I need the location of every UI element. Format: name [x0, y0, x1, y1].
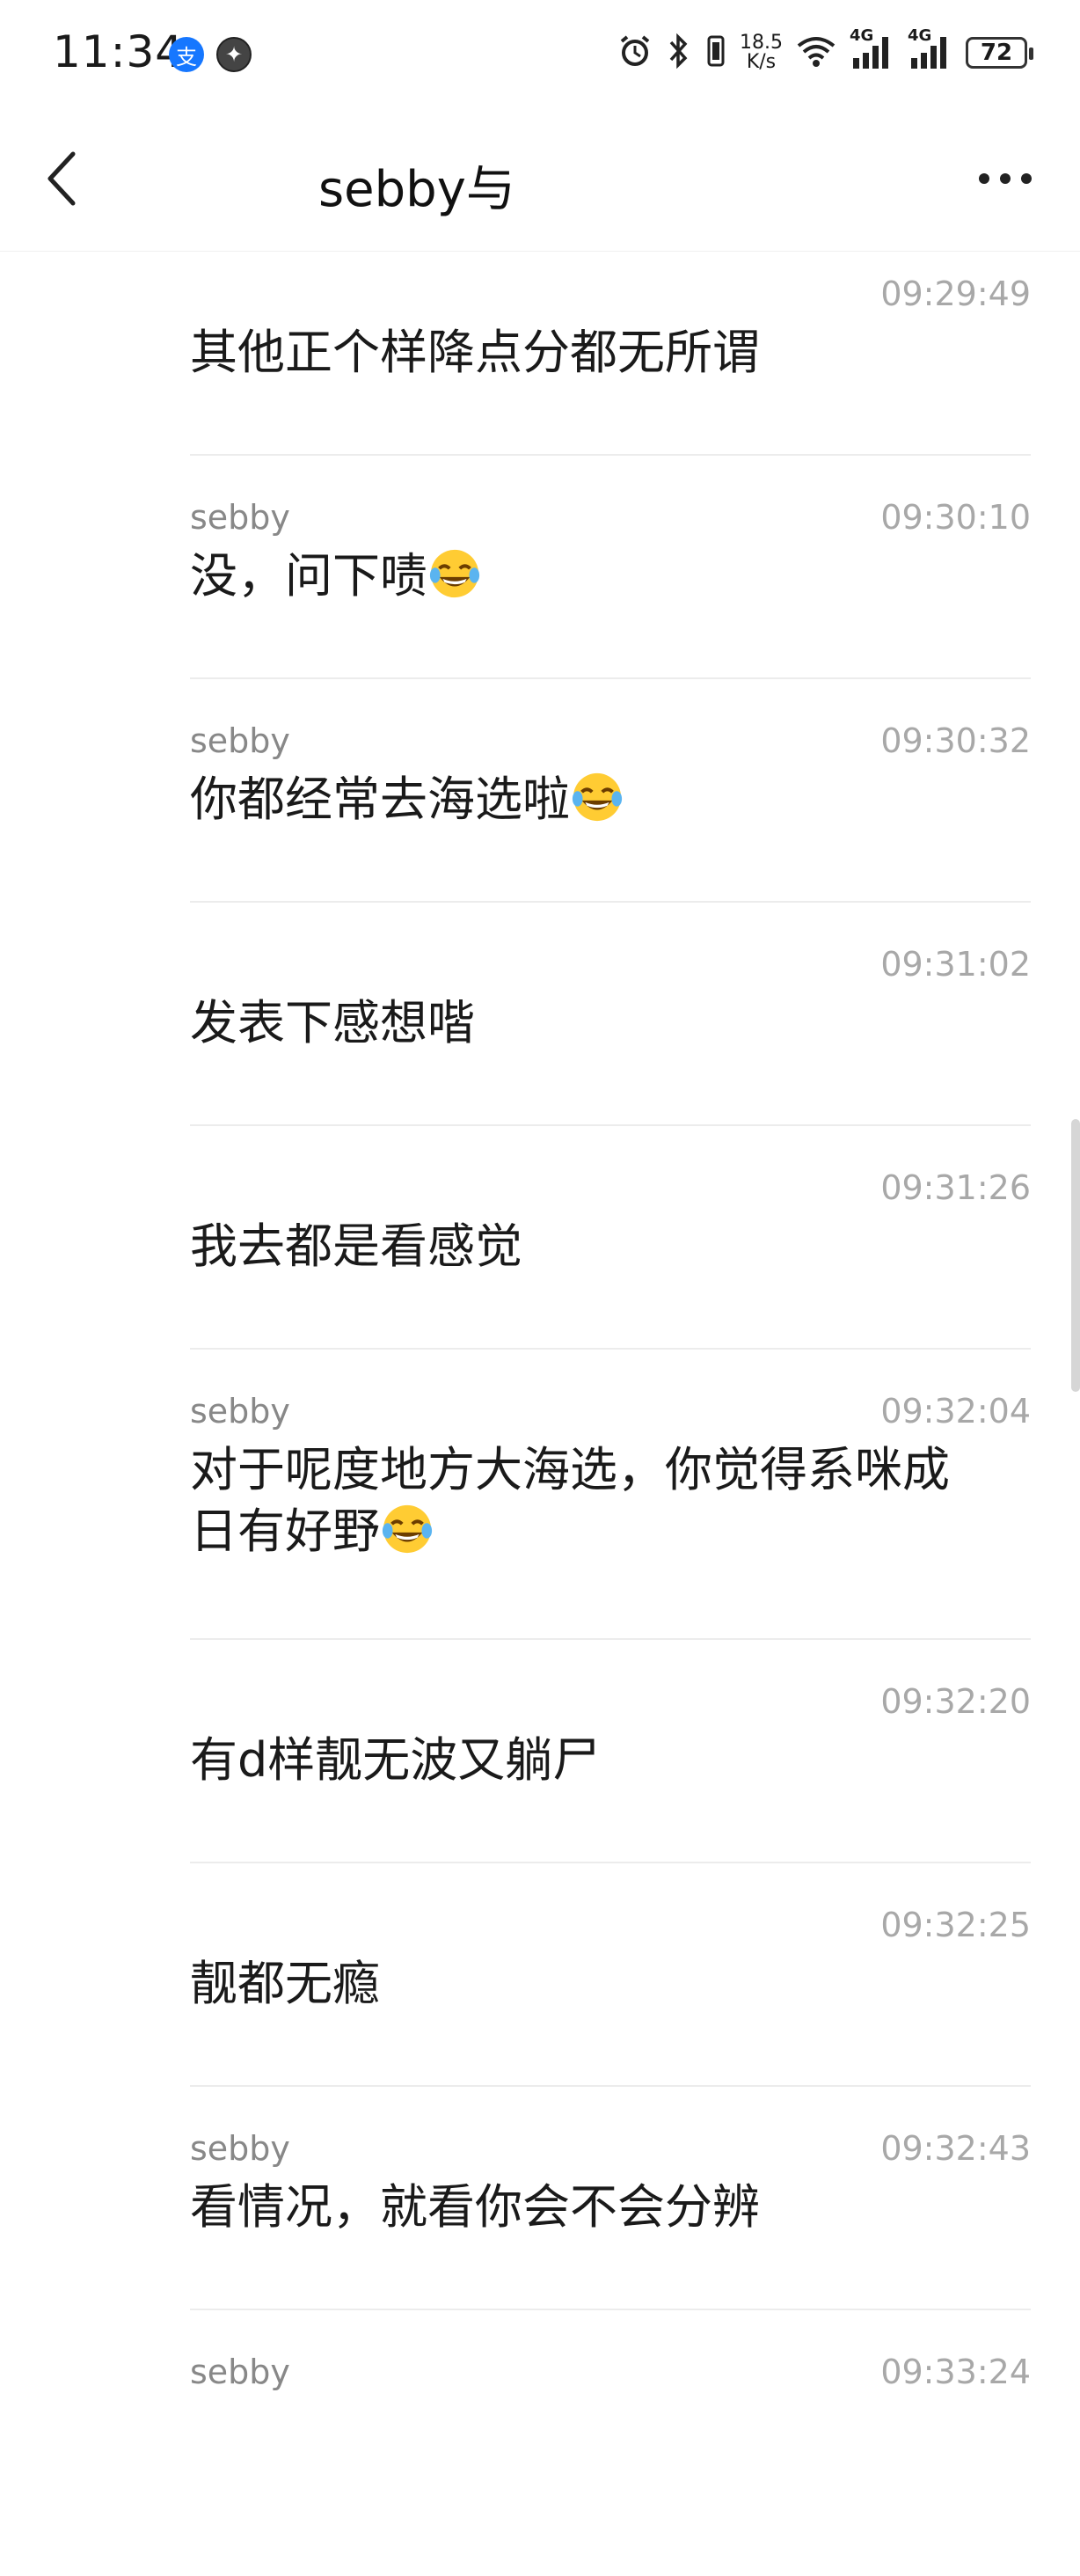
divider — [190, 901, 1031, 903]
message-time: 09:32:04 — [880, 1392, 1031, 1431]
app-notification-icon: ✦ — [216, 37, 252, 72]
laughing-tears-emoji-icon — [382, 1504, 433, 1554]
message-text-content: 靓都无瘾 — [190, 1956, 380, 2011]
signal-2-label: 4G — [908, 26, 932, 45]
scrollbar[interactable] — [1071, 1119, 1080, 1392]
chevron-left-icon — [47, 151, 76, 206]
message-sender: sebby — [190, 721, 290, 760]
message-item[interactable]: sebby 09:32:04 对于呢度地方大海选，你觉得系咪成 日有好野 — [0, 1392, 1080, 1682]
divider — [190, 1348, 1031, 1350]
message-text: 其他正个样降点分都无所谓 — [190, 322, 1017, 384]
message-text: 看情况，就看你会不会分辨 — [190, 2177, 1017, 2238]
message-sender: sebby — [190, 2129, 290, 2168]
message-text: 有d样靓无波又躺尸 — [190, 1730, 1017, 1791]
more-options-button[interactable] — [966, 148, 1045, 209]
alipay-icon: 支 — [169, 37, 204, 72]
message-time: 09:30:32 — [880, 721, 1031, 760]
message-text-content: 没，问下啧 — [190, 548, 427, 604]
message-text: 发表下感想喈 — [190, 992, 1017, 1054]
battery-indicator: 72 — [966, 37, 1033, 69]
message-item[interactable]: 09:29:49 其他正个样降点分都无所谓 — [0, 274, 1080, 498]
message-time: 09:31:02 — [880, 945, 1031, 984]
message-time: 09:31:26 — [880, 1168, 1031, 1207]
network-speed: 18.5 K/s — [740, 33, 783, 72]
alarm-icon — [617, 33, 653, 73]
network-speed-value: 18.5 — [740, 32, 783, 54]
message-item[interactable]: sebby 09:30:32 你都经常去海选啦 — [0, 721, 1080, 945]
divider — [190, 1638, 1031, 1640]
message-time: 09:32:20 — [880, 1682, 1031, 1721]
message-text: 没，问下啧 — [190, 545, 1017, 607]
message-item[interactable]: sebby 09:32:43 看情况，就看你会不会分辨 — [0, 2129, 1080, 2353]
laughing-tears-emoji-icon — [429, 549, 480, 598]
message-text: 我去都是看感觉 — [190, 1216, 1017, 1277]
message-sender: sebby — [190, 2353, 290, 2391]
message-list[interactable]: 09:29:49 其他正个样降点分都无所谓 sebby 09:30:10 没，问… — [0, 255, 1080, 2576]
message-text-content: 你都经常去海选啦 — [190, 772, 570, 827]
message-time: 09:29:49 — [880, 274, 1031, 313]
divider — [190, 1862, 1031, 1863]
status-right-group: 18.5 K/s 4G 4G 72 — [617, 26, 1033, 79]
message-text-content: 看情况，就看你会不会分辨 — [190, 2179, 760, 2235]
message-item[interactable]: 09:31:26 我去都是看感觉 — [0, 1168, 1080, 1392]
divider — [190, 454, 1031, 456]
message-text-content: 发表下感想喈 — [190, 995, 475, 1050]
back-button[interactable] — [32, 148, 93, 209]
message-item[interactable]: sebby 09:33:24 — [0, 2353, 1080, 2576]
message-item[interactable]: sebby 09:30:10 没，问下啧 — [0, 498, 1080, 721]
message-text-content: 我去都是看感觉 — [190, 1218, 522, 1274]
message-sender: sebby — [190, 498, 290, 537]
wifi-icon — [795, 33, 837, 72]
message-time: 09:32:25 — [880, 1906, 1031, 1944]
signal-2-icon: 4G — [908, 26, 953, 74]
vibrate-battery-icon — [704, 32, 727, 74]
message-text-line-2: 日有好野 — [190, 1504, 380, 1559]
message-text-content: 其他正个样降点分都无所谓 — [190, 325, 760, 380]
signal-1-icon: 4G — [850, 26, 895, 74]
divider — [190, 1124, 1031, 1126]
message-text: 对于呢度地方大海选，你觉得系咪成 日有好野 — [190, 1439, 1017, 1562]
divider — [190, 2085, 1031, 2087]
message-sender: sebby — [190, 1392, 290, 1431]
page-title: sebby与 — [318, 161, 515, 218]
message-text: 靓都无瘾 — [190, 1953, 1017, 2015]
message-time: 09:32:43 — [880, 2129, 1031, 2168]
divider — [190, 677, 1031, 679]
message-text-line-1: 对于呢度地方大海选，你觉得系咪成 — [190, 1442, 950, 1497]
message-item[interactable]: 09:31:02 发表下感想喈 — [0, 945, 1080, 1168]
status-time: 11:34 — [53, 26, 185, 77]
message-time: 09:30:10 — [880, 498, 1031, 537]
bluetooth-icon — [666, 32, 692, 74]
more-dots-icon — [979, 173, 1032, 184]
message-item[interactable]: 09:32:20 有d样靓无波又躺尸 — [0, 1682, 1080, 1906]
signal-1-label: 4G — [850, 26, 874, 45]
laughing-tears-emoji-icon — [572, 772, 623, 822]
message-text: 你都经常去海选啦 — [190, 769, 1017, 831]
chat-header: sebby与 — [0, 106, 1080, 252]
divider — [190, 2309, 1031, 2310]
message-item[interactable]: 09:32:25 靓都无瘾 — [0, 1906, 1080, 2129]
message-text-content: 有d样靓无波又躺尸 — [190, 1732, 601, 1788]
message-time: 09:33:24 — [880, 2353, 1031, 2391]
status-bar: 11:34 支 ✦ 18.5 K/s 4G 4G 72 — [0, 0, 1080, 106]
network-speed-unit: K/s — [746, 51, 777, 73]
